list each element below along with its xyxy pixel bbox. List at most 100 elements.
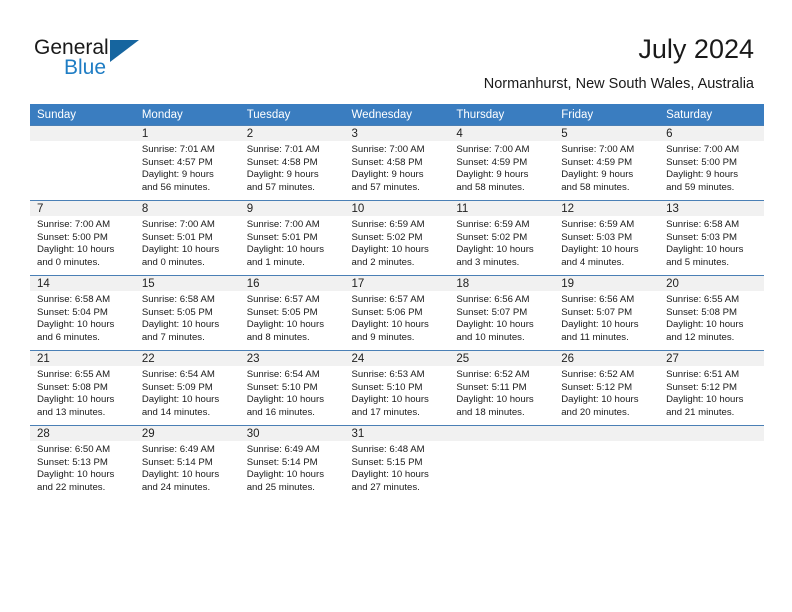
calendar-daylight-line2-text: and 4 minutes. <box>561 256 625 268</box>
calendar-day-cell[interactable]: 6 Sunrise: 7:00 AM Sunset: 5:00 PM Daylight… <box>659 125 764 200</box>
weekday-header-saturday: Saturday <box>659 104 764 125</box>
calendar-day-number: 23 <box>239 351 345 366</box>
weekday-header-monday: Monday <box>134 104 240 125</box>
calendar-daylight-line2-text: and 21 minutes. <box>666 406 735 418</box>
calendar-sunset-text: Sunset: 5:05 PM <box>246 306 318 318</box>
calendar-day-cell[interactable]: 13 Sunrise: 6:58 AM Sunset: 5:03 PM Dayligh… <box>659 200 764 275</box>
calendar-cell-details: Sunrise: 6:54 AM Sunset: 5:09 PM Daylight:… <box>135 366 240 419</box>
calendar-sunset-text: Sunset: 4:58 PM <box>246 156 318 168</box>
calendar-week-row: 7 Sunrise: 7:00 AM Sunset: 5:00 PM Daylight… <box>30 200 764 275</box>
calendar-day-cell[interactable]: 16 Sunrise: 6:57 AM Sunset: 5:05 PM Dayligh… <box>239 275 345 350</box>
calendar-day-number: 24 <box>344 351 450 366</box>
calendar-day-cell[interactable]: 29 Sunrise: 6:49 AM Sunset: 5:14 PM Dayligh… <box>134 425 240 500</box>
calendar-daylight-line2-text: and 1 minute. <box>246 256 305 268</box>
calendar-daylight-line1-text: Daylight: 10 hours <box>37 244 115 256</box>
page-header: General Blue July 2024 Normanhurst, New … <box>0 0 792 104</box>
calendar-day-cell[interactable]: 25 Sunrise: 6:52 AM Sunset: 5:11 PM Dayligh… <box>449 350 555 425</box>
calendar-sunrise-text: Sunrise: 7:00 AM <box>351 144 425 155</box>
calendar-daylight-line1-text: Daylight: 10 hours <box>37 319 115 331</box>
calendar-sunrise-text: Sunrise: 6:57 AM <box>246 294 320 305</box>
calendar-day-cell[interactable]: 21 Sunrise: 6:55 AM Sunset: 5:08 PM Dayligh… <box>30 350 135 425</box>
calendar-sunset-text: Sunset: 4:57 PM <box>141 156 213 168</box>
calendar-day-cell[interactable]: 10 Sunrise: 6:59 AM Sunset: 5:02 PM Dayligh… <box>344 200 450 275</box>
calendar-sunrise-text: Sunrise: 7:01 AM <box>141 144 215 155</box>
calendar-cell-details: Sunrise: 6:54 AM Sunset: 5:10 PM Daylight:… <box>240 366 345 419</box>
calendar-day-cell[interactable]: 2 Sunrise: 7:01 AM Sunset: 4:58 PM Daylight… <box>239 125 345 200</box>
calendar-daylight-line2-text: and 16 minutes. <box>246 406 315 418</box>
calendar-sunset-text: Sunset: 5:10 PM <box>246 381 318 393</box>
calendar-cell-inner: 13 Sunrise: 6:58 AM Sunset: 5:03 PM Dayligh… <box>659 200 764 275</box>
calendar-daylight-line1-text: Daylight: 9 hours <box>351 169 424 181</box>
weekday-header-wednesday: Wednesday <box>344 104 450 125</box>
calendar-daylight-line1-text: Daylight: 10 hours <box>351 319 429 331</box>
calendar-daylight-line2-text: and 13 minutes. <box>37 406 106 418</box>
calendar-sunrise-text: Sunrise: 6:59 AM <box>456 219 530 230</box>
calendar-sunrise-text: Sunrise: 6:51 AM <box>666 369 740 380</box>
calendar-cell-inner: 22 Sunrise: 6:54 AM Sunset: 5:09 PM Dayligh… <box>134 350 240 425</box>
calendar-daylight-line1-text: Daylight: 10 hours <box>246 469 325 481</box>
calendar-sunrise-text: Sunrise: 6:59 AM <box>351 219 425 230</box>
calendar-day-cell[interactable]: 31 Sunrise: 6:48 AM Sunset: 5:15 PM Dayligh… <box>344 425 450 500</box>
calendar-daylight-line1-text: Daylight: 10 hours <box>141 319 220 331</box>
calendar-day-cell[interactable]: 18 Sunrise: 6:56 AM Sunset: 5:07 PM Dayligh… <box>449 275 555 350</box>
calendar-daylight-line1-text: Daylight: 9 hours <box>246 169 319 181</box>
calendar-day-cell[interactable]: 8 Sunrise: 7:00 AM Sunset: 5:01 PM Daylight… <box>134 200 240 275</box>
calendar-day-cell[interactable]: 11 Sunrise: 6:59 AM Sunset: 5:02 PM Dayligh… <box>449 200 555 275</box>
calendar-day-number <box>449 426 555 441</box>
calendar-day-cell[interactable]: 7 Sunrise: 7:00 AM Sunset: 5:00 PM Daylight… <box>30 200 135 275</box>
calendar-day-cell[interactable]: 17 Sunrise: 6:57 AM Sunset: 5:06 PM Dayligh… <box>344 275 450 350</box>
weekday-header-sunday: Sunday <box>30 104 135 125</box>
calendar-cell-details: Sunrise: 7:00 AM Sunset: 4:58 PM Daylight:… <box>345 141 450 194</box>
calendar-day-cell[interactable]: 26 Sunrise: 6:52 AM Sunset: 5:12 PM Dayligh… <box>554 350 660 425</box>
calendar-day-number: 2 <box>239 126 345 141</box>
calendar-day-cell[interactable]: 9 Sunrise: 7:00 AM Sunset: 5:01 PM Daylight… <box>239 200 345 275</box>
calendar-daylight-line2-text: and 17 minutes. <box>351 406 420 418</box>
calendar-day-cell[interactable]: 20 Sunrise: 6:55 AM Sunset: 5:08 PM Dayligh… <box>659 275 764 350</box>
calendar-day-number <box>659 426 764 441</box>
calendar-cell-inner: 2 Sunrise: 7:01 AM Sunset: 4:58 PM Daylight… <box>239 125 345 200</box>
calendar-day-number: 26 <box>554 351 660 366</box>
calendar-sunset-text: Sunset: 5:10 PM <box>351 381 423 393</box>
calendar-day-cell[interactable]: 27 Sunrise: 6:51 AM Sunset: 5:12 PM Dayligh… <box>659 350 764 425</box>
calendar-day-cell[interactable]: 14 Sunrise: 6:58 AM Sunset: 5:04 PM Dayligh… <box>30 275 135 350</box>
calendar-day-cell[interactable]: 4 Sunrise: 7:00 AM Sunset: 4:59 PM Daylight… <box>449 125 555 200</box>
calendar-cell-details <box>659 441 764 444</box>
calendar-sunset-text: Sunset: 5:14 PM <box>246 456 318 468</box>
calendar-day-number: 20 <box>659 276 764 291</box>
calendar-cell-details: Sunrise: 6:49 AM Sunset: 5:14 PM Daylight:… <box>135 441 240 494</box>
calendar-day-cell[interactable]: 30 Sunrise: 6:49 AM Sunset: 5:14 PM Dayligh… <box>239 425 345 500</box>
calendar-sunset-text: Sunset: 5:01 PM <box>246 231 318 243</box>
calendar-day-number: 16 <box>239 276 345 291</box>
calendar-cell-inner: 3 Sunrise: 7:00 AM Sunset: 4:58 PM Daylight… <box>344 125 450 200</box>
calendar-daylight-line1-text: Daylight: 10 hours <box>456 394 534 406</box>
calendar-day-cell[interactable]: 15 Sunrise: 6:58 AM Sunset: 5:05 PM Dayligh… <box>134 275 240 350</box>
calendar-day-cell[interactable]: 5 Sunrise: 7:00 AM Sunset: 4:59 PM Daylight… <box>554 125 660 200</box>
calendar-day-number: 5 <box>554 126 660 141</box>
calendar-day-cell[interactable]: 24 Sunrise: 6:53 AM Sunset: 5:10 PM Dayligh… <box>344 350 450 425</box>
calendar-cell-details: Sunrise: 6:59 AM Sunset: 5:03 PM Daylight:… <box>554 216 659 269</box>
calendar-cell-inner: 24 Sunrise: 6:53 AM Sunset: 5:10 PM Dayligh… <box>344 350 450 425</box>
calendar-cell-inner: 1 Sunrise: 7:01 AM Sunset: 4:57 PM Daylight… <box>134 125 240 200</box>
calendar-day-cell[interactable]: 23 Sunrise: 6:54 AM Sunset: 5:10 PM Dayligh… <box>239 350 345 425</box>
calendar-sunrise-text: Sunrise: 6:58 AM <box>666 219 740 230</box>
calendar-cell-inner: 5 Sunrise: 7:00 AM Sunset: 4:59 PM Daylight… <box>554 125 660 200</box>
calendar-day-cell[interactable]: 12 Sunrise: 6:59 AM Sunset: 5:03 PM Dayligh… <box>554 200 660 275</box>
calendar-sunset-text: Sunset: 5:13 PM <box>37 456 108 468</box>
calendar-day-cell[interactable]: 19 Sunrise: 6:56 AM Sunset: 5:07 PM Dayligh… <box>554 275 660 350</box>
calendar-day-number: 4 <box>449 126 555 141</box>
calendar-cell-inner: 18 Sunrise: 6:56 AM Sunset: 5:07 PM Dayligh… <box>449 275 555 350</box>
calendar-daylight-line2-text: and 20 minutes. <box>561 406 630 418</box>
calendar-day-cell[interactable]: 22 Sunrise: 6:54 AM Sunset: 5:09 PM Dayligh… <box>134 350 240 425</box>
calendar-cell-inner: 25 Sunrise: 6:52 AM Sunset: 5:11 PM Dayligh… <box>449 350 555 425</box>
calendar-sunrise-text: Sunrise: 6:52 AM <box>456 369 530 380</box>
calendar-day-number: 31 <box>344 426 450 441</box>
calendar-day-number: 14 <box>30 276 135 291</box>
calendar-day-cell[interactable]: 1 Sunrise: 7:01 AM Sunset: 4:57 PM Daylight… <box>134 125 240 200</box>
weekday-header-friday: Friday <box>554 104 660 125</box>
calendar-cell-inner: 17 Sunrise: 6:57 AM Sunset: 5:06 PM Dayligh… <box>344 275 450 350</box>
calendar-day-number: 9 <box>239 201 345 216</box>
calendar-cell-details <box>449 441 554 444</box>
calendar-day-cell[interactable]: 28 Sunrise: 6:50 AM Sunset: 5:13 PM Dayligh… <box>30 425 135 500</box>
calendar-day-cell[interactable]: 3 Sunrise: 7:00 AM Sunset: 4:58 PM Daylight… <box>344 125 450 200</box>
calendar-daylight-line1-text: Daylight: 10 hours <box>246 319 325 331</box>
